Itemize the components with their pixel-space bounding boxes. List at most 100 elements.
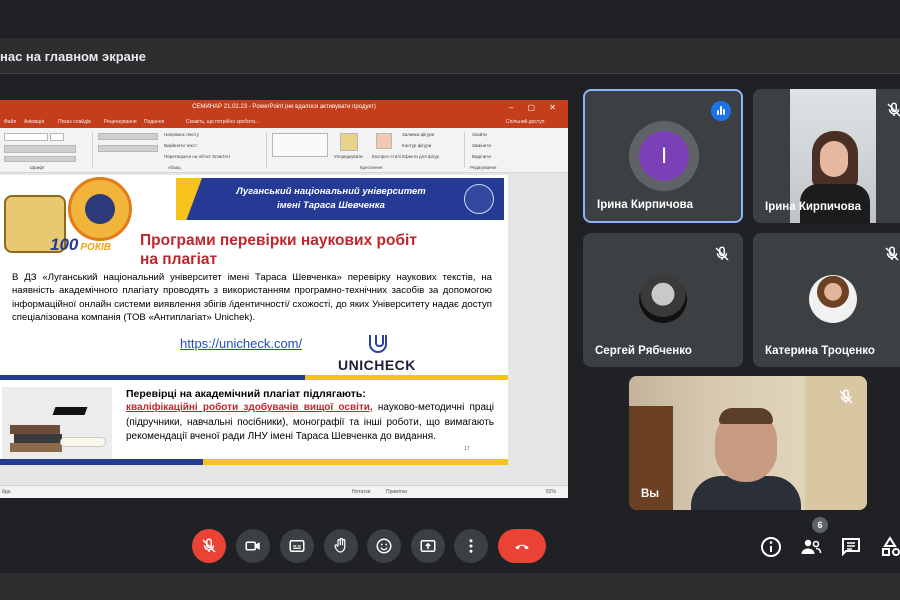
unicheck-link[interactable]: https://unicheck.com/ [180,336,302,351]
align-buttons[interactable] [98,145,158,152]
tab-slideshow[interactable]: Показ слайдів [58,119,91,125]
mic-toggle-button[interactable] [192,529,226,563]
tab-review[interactable]: Рецензування [104,119,137,125]
select-button[interactable]: Виділити [472,154,491,159]
books-illustration [2,387,112,461]
arrange-button[interactable]: Упорядкувати [334,154,363,159]
shared-screen: СЕМИНАР 21.02.23 - PowerPoint (не вдалос… [0,100,568,498]
slide-subheading: Перевірці на академічний плагіат підляга… [126,388,366,400]
participant-tile-irina-1[interactable]: І Ірина Кирпичова [583,89,743,223]
text-direction-button[interactable]: Напрямок тексту [164,132,199,137]
control-bar [0,515,900,573]
participant-name: Сергей Рябченко [595,345,692,357]
mic-off-icon [885,246,899,261]
mic-off-icon [715,246,729,261]
avatar [639,275,687,323]
banner-line-2: імені Тараса Шевченка [277,200,385,211]
people-icon[interactable] [799,535,823,559]
shapes-gallery[interactable] [272,133,328,157]
more-options-button[interactable] [454,529,488,563]
emoji-icon [376,538,392,554]
top-strip [0,0,900,38]
university-seal [464,184,494,214]
raise-hand-button[interactable] [324,529,358,563]
smartart-button[interactable]: Перетворити на об'єкт SmartArt [164,154,230,159]
info-icon[interactable] [759,535,783,559]
more-vert-icon [469,539,473,553]
font-color-buttons[interactable] [4,156,76,162]
participant-name: Ірина Кирпичова [597,199,693,211]
font-size-box[interactable] [50,133,64,141]
list-buttons[interactable] [98,133,158,140]
participant-tile-kateryna[interactable]: Катерина Троценко [753,233,900,367]
camera-toggle-button[interactable] [236,529,270,563]
comments-button[interactable]: Примітки [386,489,407,495]
hang-up-icon [515,544,529,550]
powerpoint-titlebar: СЕМИНАР 21.02.23 - PowerPoint (не вдалос… [0,100,568,117]
bottom-strip [0,573,900,600]
slide-canvas: 100 РОКІВ Луганський національний універс… [0,173,568,485]
shape-outline-button[interactable]: Контур фігури [402,143,431,148]
tell-me-search[interactable]: Скажіть, що потрібно зробити... [186,119,259,125]
tab-file[interactable]: Файл [4,119,16,125]
powerpoint-title: СЕМИНАР 21.02.23 - PowerPoint (не вдалос… [192,104,376,110]
font-name-box[interactable] [4,133,48,141]
slide-body-2: кваліфікаційні роботи здобувачів вищої о… [126,401,494,445]
emoji-reactions-button[interactable] [367,529,401,563]
presentation-bar: нас на главном экране [0,38,900,74]
participant-tile-irina-2[interactable]: Ірина Кирпичова [753,89,900,223]
participant-name: Вы [641,488,660,500]
participants-count-badge: 6 [812,517,828,533]
unicheck-logo-icon [369,335,387,353]
zoom-level[interactable]: 82% [546,489,556,495]
paragraph-group-label: Абзац [168,165,181,170]
participant-tile-sergey[interactable]: Сергей Рябченко [583,233,743,367]
drawing-group-label: Креслення [360,165,383,170]
participant-name: Катерина Троценко [765,345,875,357]
captions-button[interactable] [280,529,314,563]
chat-icon[interactable] [839,535,863,559]
avatar [809,275,857,323]
participant-name: Ірина Кирпичова [765,201,861,213]
meet-window: нас на главном экране СЕМИНАР 21.02.23 -… [0,0,900,600]
speaking-indicator-icon [711,101,731,121]
slide: 100 РОКІВ Луганський національний універс… [0,175,508,465]
participant-tile-self[interactable]: Вы [629,376,867,510]
activities-icon[interactable] [880,535,900,559]
shape-fill-button[interactable]: Заливка фігури [402,132,434,137]
banner-line-1: Луганський національний університет [236,186,426,197]
camera-icon [245,541,260,551]
find-button[interactable]: Знайти [472,132,487,137]
align-text-button[interactable]: Вирівняти текст [164,143,197,148]
mic-off-icon [839,389,853,404]
slide-title: Програми перевірки наукових робіт на пла… [140,232,417,268]
tab-view[interactable]: Подання [144,119,164,125]
presentation-label: нас на главном экране [0,49,146,64]
share-button[interactable]: Спільний доступ [506,119,544,125]
avatar: І [629,121,699,191]
tab-animation[interactable]: Анімація [24,119,44,125]
styles-icon[interactable] [376,133,392,149]
ribbon-separator [464,132,465,168]
university-banner: Луганський національний університет імен… [176,178,504,220]
mic-off-icon [887,102,900,117]
mic-off-icon [202,538,216,553]
notes-button[interactable]: Нотатки [352,489,370,495]
slide-footer-bar [0,459,508,465]
arrange-icon[interactable] [340,133,358,151]
unicheck-wordmark: UNICHECK [338,357,416,373]
status-text: йда [2,489,11,495]
leave-call-button[interactable] [498,529,546,563]
hand-icon [334,537,346,553]
quick-styles-button[interactable]: Експрес-стилі [372,154,401,159]
shape-effects-button[interactable]: Ефекти для фігур [402,154,439,159]
captions-icon [289,540,305,552]
replace-button[interactable]: Замінити [472,143,491,148]
font-format-buttons[interactable] [4,145,76,153]
present-icon [420,540,436,552]
hundred-years-logo: 100 РОКІВ [50,235,111,254]
editing-group-label: Редагування [470,165,497,170]
present-screen-button[interactable] [411,529,445,563]
window-controls: – ▢ ✕ [508,103,562,112]
ribbon-separator [92,132,93,168]
